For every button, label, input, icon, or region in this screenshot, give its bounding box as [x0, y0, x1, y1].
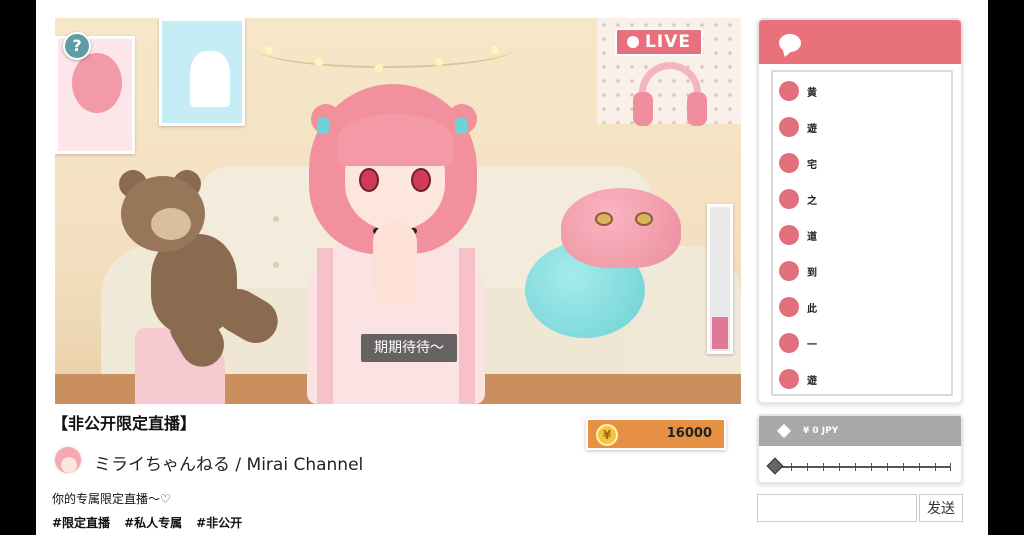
stream-subtitle: 期期待待～	[361, 334, 457, 362]
chat-message[interactable]: 之	[779, 188, 939, 210]
user-avatar	[779, 117, 799, 137]
octopus-plush	[561, 188, 681, 268]
user-avatar	[779, 297, 799, 317]
coin-balance: ¥ 16000	[586, 418, 726, 450]
user-avatar	[779, 333, 799, 353]
donation-header: ¥ 0 JPY	[759, 416, 961, 446]
chat-header	[759, 20, 961, 64]
live-label: LIVE	[645, 32, 691, 52]
user-avatar	[779, 81, 799, 101]
live-badge: LIVE	[615, 28, 703, 56]
slider-handle[interactable]	[766, 457, 784, 475]
chat-list[interactable]: 黄 遊 宅 之 道 到 此 一 遊	[771, 70, 953, 396]
wall-poster-center	[159, 18, 245, 126]
chat-panel: 黄 遊 宅 之 道 到 此 一 遊	[757, 18, 963, 404]
excitement-gauge	[707, 204, 733, 354]
string-lights	[255, 28, 515, 72]
user-avatar	[779, 261, 799, 281]
question-icon: ?	[72, 36, 82, 55]
donation-amount: ¥ 0 JPY	[803, 426, 839, 436]
live-dot-icon	[627, 36, 640, 48]
yen-coin-icon: ¥	[596, 424, 618, 446]
gauge-fill	[712, 317, 728, 349]
chat-message[interactable]: 到	[779, 260, 939, 282]
message-input[interactable]	[757, 494, 917, 522]
tag-link[interactable]: #私人专属	[124, 514, 182, 531]
user-avatar	[779, 189, 799, 209]
channel-avatar[interactable]	[54, 446, 82, 474]
stream-title: 【非公开限定直播】	[52, 414, 197, 433]
channel-name[interactable]: ミライちゃんねる / Mirai Channel	[94, 450, 363, 475]
chat-message[interactable]: 一	[779, 332, 939, 354]
stream-description: 你的专属限定直播～♡	[52, 492, 171, 506]
chat-message[interactable]: 道	[779, 224, 939, 246]
user-avatar	[779, 225, 799, 245]
app-frame: ? LIVE 期期待待～ 黄 遊 宅 之 道 到 此 一 遊 ¥ 0 JPY 发…	[36, 0, 988, 535]
tag-link[interactable]: #非公开	[196, 514, 242, 531]
headphones-icon	[633, 62, 707, 126]
chat-message[interactable]: 黄	[779, 80, 939, 102]
help-button[interactable]: ?	[63, 32, 91, 60]
chat-message[interactable]: 宅	[779, 152, 939, 174]
donation-panel: ¥ 0 JPY	[757, 414, 963, 484]
tag-list: #限定直播 #私人专属 #非公开	[52, 514, 242, 531]
chat-message[interactable]: 遊	[779, 368, 939, 390]
chat-bubble-icon	[779, 34, 801, 52]
chat-message[interactable]: 遊	[779, 116, 939, 138]
stream-video: ? LIVE 期期待待～	[55, 18, 741, 404]
send-button[interactable]: 发送	[919, 494, 963, 522]
tag-link[interactable]: #限定直播	[52, 514, 110, 531]
user-avatar	[779, 153, 799, 173]
coin-value: 16000	[666, 426, 712, 441]
user-avatar	[779, 369, 799, 389]
chat-message[interactable]: 此	[779, 296, 939, 318]
donation-slider[interactable]	[775, 463, 951, 471]
diamond-icon	[776, 423, 792, 439]
